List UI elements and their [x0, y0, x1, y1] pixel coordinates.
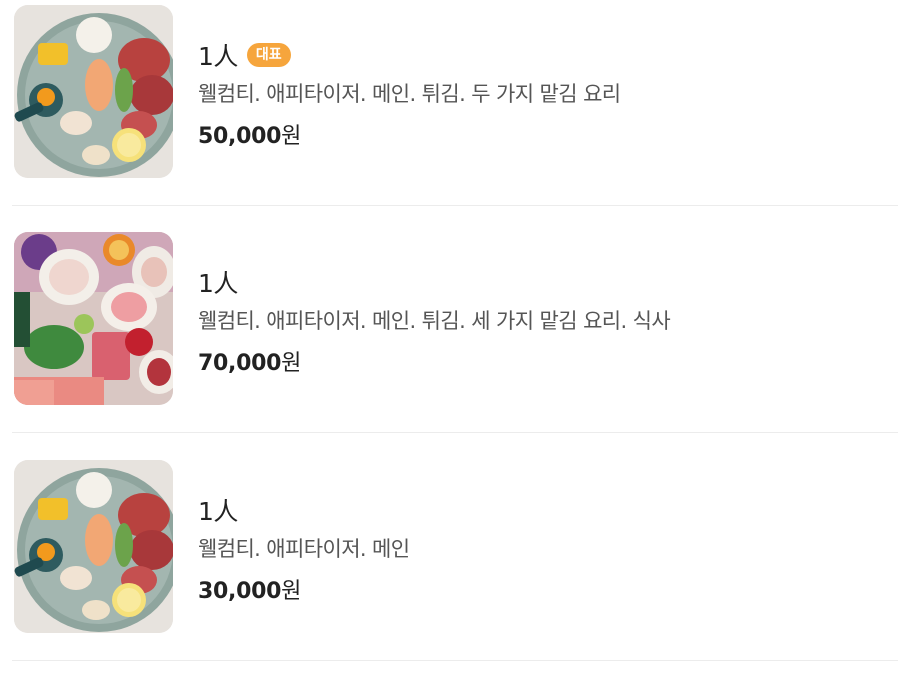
price-value: 70,000: [198, 351, 282, 376]
menu-item-2[interactable]: 1人 웰컴티. 애피타이저. 메인. 튀김. 세 가지 맡김 요리. 식사 70…: [0, 227, 900, 454]
divider: [12, 205, 898, 206]
menu-item-description: 웰컴티. 애피타이저. 메인. 튀김. 두 가지 맡김 요리: [198, 82, 621, 106]
price-value: 50,000: [198, 124, 282, 149]
sashimi-platter-image: [14, 460, 173, 633]
menu-item-name: 1人: [198, 497, 238, 526]
menu-item-photo[interactable]: [14, 5, 173, 178]
price-value: 30,000: [198, 579, 282, 604]
menu-item-price: 50,000원: [198, 118, 621, 150]
menu-item-price: 30,000원: [198, 573, 410, 605]
menu-item-3[interactable]: 1人 웰컴티. 애피타이저. 메인 30,000원: [0, 455, 900, 682]
price-currency: 원: [281, 351, 302, 376]
menu-item-info: 1人 대표 웰컴티. 애피타이저. 메인. 튀김. 두 가지 맡김 요리 50,…: [198, 36, 621, 150]
menu-item-price: 70,000원: [198, 345, 670, 377]
menu-item-info: 1人 웰컴티. 애피타이저. 메인 30,000원: [198, 491, 410, 605]
menu-item-name: 1人: [198, 42, 238, 71]
menu-item-name: 1人: [198, 269, 238, 298]
menu-item-photo[interactable]: [14, 232, 173, 405]
menu-item-name-row: 1人: [198, 491, 410, 529]
menu-item-photo[interactable]: [14, 460, 173, 633]
menu-item-description: 웰컴티. 애피타이저. 메인. 튀김. 세 가지 맡김 요리. 식사: [198, 309, 671, 333]
sashimi-platter-image: [14, 5, 173, 178]
menu-item-name-row: 1人 대표: [198, 36, 621, 74]
menu-list: 1人 대표 웰컴티. 애피타이저. 메인. 튀김. 두 가지 맡김 요리 50,…: [0, 0, 900, 662]
price-currency: 원: [281, 579, 302, 604]
menu-item-name-row: 1人: [198, 263, 670, 301]
divider: [12, 660, 898, 661]
menu-item-description: 웰컴티. 애피타이저. 메인: [198, 537, 410, 561]
representative-badge: 대표: [246, 42, 291, 68]
menu-item-info: 1人 웰컴티. 애피타이저. 메인. 튀김. 세 가지 맡김 요리. 식사 70…: [198, 263, 671, 377]
divider: [12, 432, 898, 433]
menu-item-1[interactable]: 1人 대표 웰컴티. 애피타이저. 메인. 튀김. 두 가지 맡김 요리 50,…: [0, 0, 900, 227]
price-currency: 원: [281, 124, 302, 149]
assorted-sashimi-image: [14, 232, 173, 405]
